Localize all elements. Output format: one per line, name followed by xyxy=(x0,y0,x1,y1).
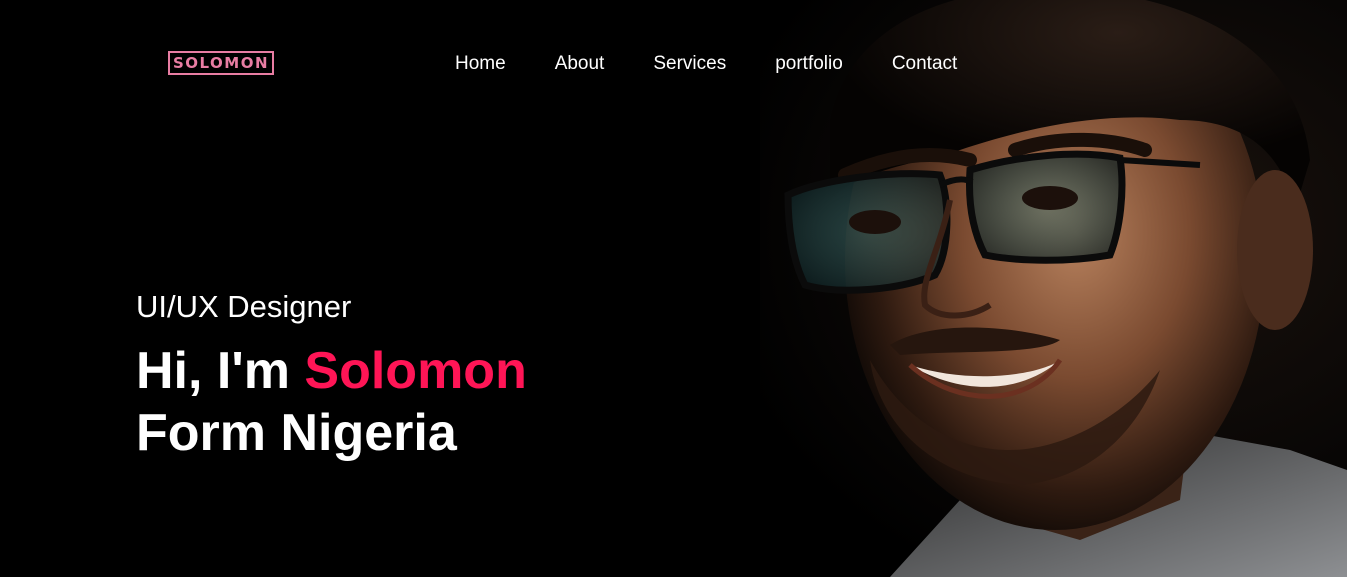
main-nav: Home About Services portfolio Contact xyxy=(455,52,957,76)
logo[interactable]: SOLOMON xyxy=(168,51,274,75)
landing-page: SOLOMON Home About Services portfolio Co… xyxy=(0,0,1347,577)
nav-link-home[interactable]: Home xyxy=(455,52,506,76)
hero-name: Solomon xyxy=(304,342,527,400)
hero-headline: Hi, I'm Solomon Form Nigeria xyxy=(136,340,527,464)
nav-link-portfolio[interactable]: portfolio xyxy=(775,52,843,76)
hero-text: UI/UX Designer Hi, I'm Solomon Form Nige… xyxy=(136,288,527,464)
hero-origin: Form Nigeria xyxy=(136,404,457,462)
nav-link-contact[interactable]: Contact xyxy=(892,52,957,76)
hero-role: UI/UX Designer xyxy=(136,289,352,324)
hero-portrait-image xyxy=(760,0,1347,577)
nav-link-services[interactable]: Services xyxy=(653,52,726,76)
hero-greeting: Hi, I'm xyxy=(136,342,290,400)
nav-link-about[interactable]: About xyxy=(555,52,605,76)
